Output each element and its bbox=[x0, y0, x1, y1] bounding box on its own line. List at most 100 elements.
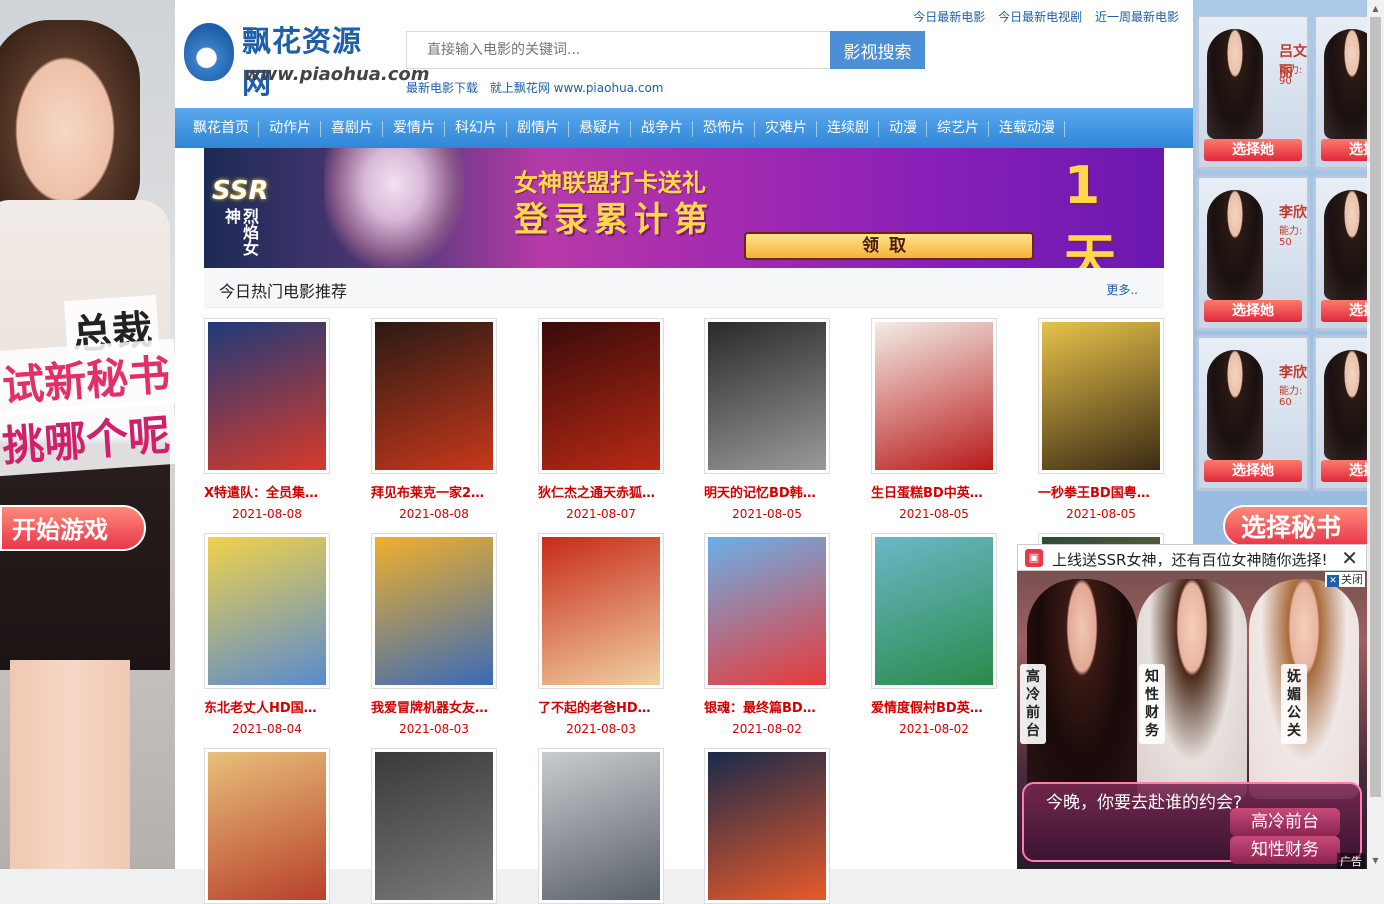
movie-title[interactable]: 明天的记忆BD韩… bbox=[704, 482, 830, 501]
movie-title[interactable]: 生日蛋糕BD中英… bbox=[871, 482, 997, 501]
character-card[interactable]: 选择她 bbox=[1313, 175, 1367, 331]
sublink-download[interactable]: 最新电影下载 bbox=[406, 81, 478, 95]
movie-title[interactable]: X特遣队：全员集… bbox=[204, 482, 330, 501]
nav-item-2[interactable]: 喜剧片 bbox=[321, 108, 383, 148]
scroll-up-arrow-icon[interactable]: ▲ bbox=[1367, 0, 1384, 17]
scroll-thumb[interactable] bbox=[1370, 17, 1381, 797]
movie-card[interactable]: 我爱冒牌机器女友… 2021-08-03 bbox=[371, 533, 497, 736]
nav-item-12[interactable]: 综艺片 bbox=[927, 108, 989, 148]
character-card[interactable]: 吕文丽 能力: 90 选择她 bbox=[1196, 14, 1310, 170]
movie-poster[interactable] bbox=[704, 533, 830, 689]
movie-title[interactable]: 我爱冒牌机器女友… bbox=[371, 697, 497, 716]
movie-card[interactable]: 明天的记忆BD韩… 2021-08-05 bbox=[704, 318, 830, 521]
character-portrait bbox=[1207, 29, 1263, 139]
character-name: 李欣 bbox=[1279, 205, 1307, 221]
choose-her-button[interactable]: 选择她 bbox=[1204, 139, 1302, 161]
character-card[interactable]: 李欣 能力: 60 选择她 bbox=[1196, 335, 1310, 491]
movie-title[interactable]: 一秒拳王BD国粤… bbox=[1038, 482, 1164, 501]
scroll-down-arrow-icon[interactable]: ▼ bbox=[1367, 852, 1384, 869]
choose-her-button[interactable]: 选择她 bbox=[1204, 300, 1302, 322]
left-side-ad[interactable]: 总裁 试新秘书 挑哪个呢 开始游戏 bbox=[0, 0, 175, 869]
toplink-week-movies[interactable]: 近一周最新电影 bbox=[1095, 10, 1179, 24]
movie-card[interactable]: 一秒拳王BD国粤… 2021-08-05 bbox=[1038, 318, 1164, 521]
movie-title[interactable]: 拜见布莱克一家2… bbox=[371, 482, 497, 501]
movie-card[interactable] bbox=[371, 748, 497, 904]
movie-poster[interactable] bbox=[538, 533, 664, 689]
movie-poster[interactable] bbox=[871, 533, 997, 689]
movie-card[interactable]: 狄仁杰之通天赤狐… 2021-08-07 bbox=[538, 318, 664, 521]
movie-poster[interactable] bbox=[371, 318, 497, 474]
popup-tag-2: 知性财务 bbox=[1139, 664, 1165, 744]
popup-close-label: 关闭 bbox=[1341, 573, 1363, 586]
movie-card[interactable] bbox=[704, 748, 830, 904]
movie-card[interactable]: 东北老丈人HD国… 2021-08-04 bbox=[204, 533, 330, 736]
banner-line2: 登录累计第 bbox=[514, 200, 714, 240]
nav-item-6[interactable]: 悬疑片 bbox=[569, 108, 631, 148]
nav-item-5[interactable]: 剧情片 bbox=[507, 108, 569, 148]
movie-poster[interactable] bbox=[538, 748, 664, 904]
movie-poster[interactable] bbox=[204, 533, 330, 689]
nav-item-4[interactable]: 科幻片 bbox=[445, 108, 507, 148]
more-link[interactable]: 更多.. bbox=[1106, 281, 1138, 298]
movie-poster[interactable] bbox=[1038, 318, 1164, 474]
logo-icon bbox=[184, 23, 234, 81]
game-banner-ad[interactable]: SSR 烈焰女神 女神联盟打卡送礼 登录累计第 1 天 领取 bbox=[204, 148, 1164, 268]
choose-her-button[interactable]: 选择她 bbox=[1204, 460, 1302, 482]
toplink-today-tv[interactable]: 今日最新电视剧 bbox=[998, 10, 1082, 24]
close-icon[interactable]: ✕ bbox=[1341, 546, 1358, 570]
character-card[interactable]: 李欣 能力: 50 选择她 bbox=[1196, 175, 1310, 331]
movie-card[interactable]: 了不起的老爸HD… 2021-08-03 bbox=[538, 533, 664, 736]
popup-option-2[interactable]: 知性财务 bbox=[1230, 836, 1340, 864]
nav-item-8[interactable]: 恐怖片 bbox=[693, 108, 755, 148]
movie-poster[interactable] bbox=[371, 748, 497, 904]
movie-title[interactable]: 银魂：最终篇BD… bbox=[704, 697, 830, 716]
movie-title[interactable]: 东北老丈人HD国… bbox=[204, 697, 330, 716]
movie-poster[interactable] bbox=[871, 318, 997, 474]
movie-card[interactable] bbox=[204, 748, 330, 904]
search-input[interactable] bbox=[406, 31, 830, 69]
movie-card[interactable]: 拜见布莱克一家2… 2021-08-08 bbox=[371, 318, 497, 521]
choose-her-button[interactable]: 选择她 bbox=[1321, 139, 1367, 161]
nav-item-11[interactable]: 动漫 bbox=[879, 108, 927, 148]
banner-ssr-sub: 烈焰女神 bbox=[222, 208, 259, 256]
pick-secretary-button[interactable]: 选择秘书 bbox=[1223, 505, 1367, 547]
nav-item-1[interactable]: 动作片 bbox=[259, 108, 321, 148]
popup-close-button[interactable]: ✕ 关闭 bbox=[1325, 572, 1365, 587]
start-game-button[interactable]: 开始游戏 bbox=[0, 505, 146, 551]
movie-poster[interactable] bbox=[704, 748, 830, 904]
character-power: 能力: 90 bbox=[1279, 65, 1303, 87]
nav-item-9[interactable]: 灾难片 bbox=[755, 108, 817, 148]
choose-her-button[interactable]: 选择她 bbox=[1321, 460, 1367, 482]
movie-poster[interactable] bbox=[204, 318, 330, 474]
movie-poster[interactable] bbox=[371, 533, 497, 689]
nav-item-7[interactable]: 战争片 bbox=[631, 108, 693, 148]
movie-card[interactable]: 生日蛋糕BD中英… 2021-08-05 bbox=[871, 318, 997, 521]
section-header: 今日热门电影推荐 更多.. bbox=[204, 268, 1164, 308]
movie-poster[interactable] bbox=[704, 318, 830, 474]
choose-her-button[interactable]: 选择她 bbox=[1321, 300, 1367, 322]
movie-card[interactable]: X特遣队：全员集… 2021-08-08 bbox=[204, 318, 330, 521]
movie-poster[interactable] bbox=[538, 318, 664, 474]
nav-item-13[interactable]: 连载动漫 bbox=[989, 108, 1065, 148]
popup-option-1[interactable]: 高冷前台 bbox=[1230, 808, 1340, 836]
search-button[interactable]: 影视搜索 bbox=[830, 31, 925, 69]
sublink-site[interactable]: 就上飘花网 www.piaohua.com bbox=[490, 81, 664, 95]
nav-item-3[interactable]: 爱情片 bbox=[383, 108, 445, 148]
movie-title[interactable]: 了不起的老爸HD… bbox=[538, 697, 664, 716]
character-card[interactable]: 选择她 bbox=[1313, 14, 1367, 170]
nav-item-0[interactable]: 飘花首页 bbox=[183, 108, 259, 148]
movie-card[interactable]: 爱情度假村BD英… 2021-08-02 bbox=[871, 533, 997, 736]
banner-claim-button[interactable]: 领取 bbox=[744, 232, 1034, 260]
page-scrollbar[interactable]: ▲ ▼ bbox=[1367, 0, 1384, 869]
toplink-today-movies[interactable]: 今日最新电影 bbox=[913, 10, 985, 24]
movie-title[interactable]: 狄仁杰之通天赤狐… bbox=[538, 482, 664, 501]
movie-card[interactable] bbox=[538, 748, 664, 904]
site-logo[interactable]: 飘花资源网 www.piaohua.com bbox=[184, 18, 430, 100]
movie-card[interactable]: 银魂：最终篇BD… 2021-08-02 bbox=[704, 533, 830, 736]
movie-poster[interactable] bbox=[204, 748, 330, 904]
movie-date: 2021-08-03 bbox=[566, 722, 636, 736]
nav-item-10[interactable]: 连续剧 bbox=[817, 108, 879, 148]
character-card[interactable]: 选择她 bbox=[1313, 335, 1367, 491]
movie-title[interactable]: 爱情度假村BD英… bbox=[871, 697, 997, 716]
popup-ad[interactable]: 高冷前台 知性财务 妩媚公关 ▣ 上线送SSR女神，还有百位女神随你选择! ✕ … bbox=[1017, 544, 1367, 869]
